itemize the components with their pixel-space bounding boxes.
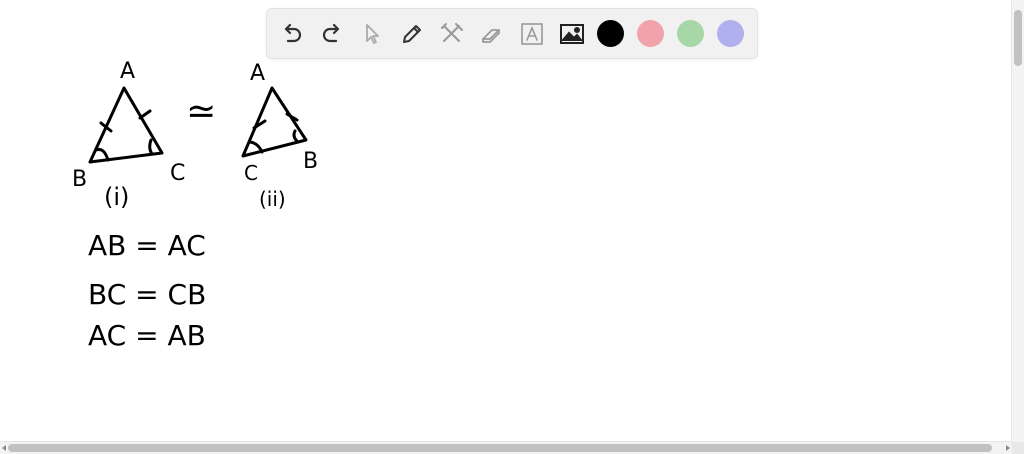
caption-i: (i) [104, 183, 129, 211]
label-c1: C [170, 161, 185, 186]
horizontal-scrollbar[interactable] [0, 441, 1012, 454]
tools-icon[interactable] [437, 19, 467, 49]
label-b1: B [72, 167, 87, 192]
scrollbar-corner [1012, 442, 1024, 454]
eraser-icon[interactable] [477, 19, 507, 49]
equation-3: AC = AB [88, 319, 206, 352]
angle-mark-c2 [248, 140, 264, 154]
label-b2: B [303, 149, 318, 174]
angle-mark-b2 [292, 129, 300, 144]
triangle-1 [88, 86, 164, 164]
image-icon[interactable] [557, 19, 587, 49]
pencil-icon[interactable] [397, 19, 427, 49]
scroll-right-arrow-icon[interactable] [1006, 445, 1010, 451]
color-purple-swatch[interactable] [717, 20, 744, 47]
whiteboard-canvas[interactable]: A B C (i) ≃ A C B (ii) AB = AC BC = CB A… [0, 0, 1012, 442]
horizontal-scroll-thumb[interactable] [8, 444, 992, 452]
drawing-layer: A B C (i) ≃ A C B (ii) AB = AC BC = CB A… [72, 59, 318, 352]
equation-2: BC = CB [88, 278, 206, 311]
color-black-swatch[interactable] [597, 20, 624, 47]
color-green-swatch[interactable] [677, 20, 704, 47]
color-pink-swatch[interactable] [637, 20, 664, 47]
scroll-left-arrow-icon[interactable] [2, 445, 6, 451]
undo-icon[interactable] [277, 19, 307, 49]
label-c2: C [244, 161, 258, 185]
text-icon[interactable] [517, 19, 547, 49]
triangle-2-outline [241, 86, 308, 158]
vertical-scrollbar[interactable] [1011, 0, 1024, 442]
pointer-icon[interactable] [357, 19, 387, 49]
label-a1: A [120, 59, 135, 84]
angle-mark-c [148, 138, 154, 156]
label-a2: A [250, 61, 265, 86]
caption-ii: (ii) [259, 187, 286, 211]
tick-mark-ac [138, 109, 152, 120]
vertical-scroll-thumb[interactable] [1014, 10, 1022, 66]
triangle-2 [241, 86, 308, 158]
angle-mark-b [94, 148, 110, 162]
equation-1: AB = AC [88, 229, 206, 262]
redo-icon[interactable] [317, 19, 347, 49]
drawing-toolbar [266, 8, 758, 59]
congruent-symbol: ≃ [186, 91, 216, 132]
